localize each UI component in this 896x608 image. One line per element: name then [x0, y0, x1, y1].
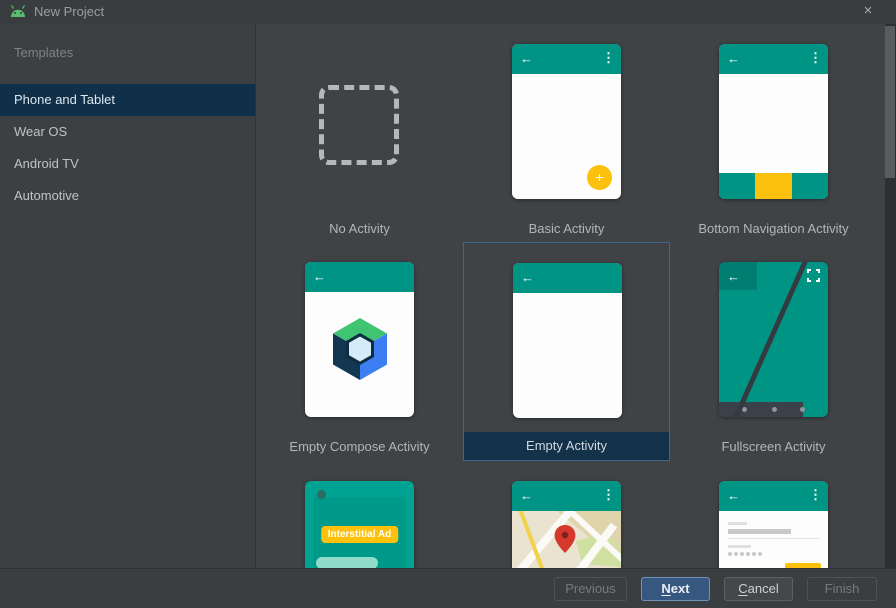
- android-logo-icon: [11, 5, 25, 17]
- sidebar-item-automotive[interactable]: Automotive: [0, 180, 255, 212]
- template-tile-basic-activity[interactable]: ← ⋮ + Basic Activity: [463, 24, 670, 243]
- preview-app-bar: ← ⋮: [512, 481, 621, 511]
- fullscreen-expand-icon: [807, 269, 820, 282]
- scrollbar-thumb[interactable]: [885, 26, 895, 178]
- finish-button[interactable]: Finish: [807, 577, 877, 601]
- preview-app-bar: ← ⋮: [719, 44, 828, 74]
- jetpack-compose-logo-icon: [333, 318, 387, 380]
- dialog-footer: Previous Next Cancel Finish: [0, 568, 896, 608]
- back-arrow-icon: ←: [727, 51, 740, 66]
- maps-activity-preview: ← ⋮: [512, 481, 621, 568]
- nav-dot-icon: [800, 407, 805, 412]
- login-activity-preview: ← ⋮: [719, 481, 828, 568]
- preview-app-bar: ← ⋮: [719, 481, 828, 511]
- sidebar-item-phone-and-tablet[interactable]: Phone and Tablet: [0, 84, 255, 116]
- template-label: No Activity: [329, 221, 390, 236]
- nav-bar: [719, 402, 803, 417]
- template-label: Empty Compose Activity: [289, 439, 430, 454]
- back-arrow-icon: ←: [313, 269, 326, 284]
- preview-app-bar: ←: [513, 263, 622, 293]
- back-box: ←: [719, 262, 757, 290]
- basic-activity-preview: ← ⋮ +: [512, 44, 621, 199]
- back-arrow-icon: ←: [520, 51, 533, 66]
- title-bar: New Project ×: [0, 0, 896, 24]
- preview-app-bar: ← ⋮: [512, 44, 621, 74]
- form-divider: [728, 538, 820, 539]
- template-label: Bottom Navigation Activity: [698, 221, 849, 236]
- template-label: Fullscreen Activity: [721, 439, 826, 454]
- new-project-dialog: New Project × Templates Phone and Tablet…: [0, 0, 896, 608]
- bottom-nav-bar: [719, 173, 828, 199]
- overflow-menu-icon: ⋮: [602, 50, 615, 65]
- no-activity-placeholder-icon: [319, 85, 399, 165]
- template-tile-maps-activity[interactable]: ← ⋮: [463, 461, 670, 568]
- template-label: Basic Activity: [528, 221, 605, 236]
- close-icon[interactable]: ×: [860, 3, 876, 19]
- password-dots-icon: [728, 552, 762, 556]
- map-preview: [512, 508, 621, 568]
- form-line: [728, 529, 791, 534]
- template-tile-no-activity[interactable]: No Activity: [256, 24, 463, 243]
- next-button[interactable]: Next: [641, 577, 710, 601]
- template-tile-admob-ads-activity[interactable]: Interstitial Ad: [256, 461, 463, 568]
- back-arrow-icon: ←: [727, 488, 740, 503]
- sidebar-item-wear-os[interactable]: Wear OS: [0, 116, 255, 148]
- status-dot-icon: [317, 490, 326, 499]
- interstitial-ad-badge: Interstitial Ad: [320, 526, 399, 543]
- overflow-menu-icon: ⋮: [809, 50, 822, 65]
- compose-activity-preview: ←: [305, 262, 414, 417]
- empty-activity-preview: ←: [513, 263, 622, 418]
- vertical-scrollbar: [885, 24, 896, 568]
- fullscreen-activity-preview: ←: [719, 262, 828, 417]
- overflow-menu-icon: ⋮: [602, 487, 615, 502]
- previous-button[interactable]: Previous: [554, 577, 627, 601]
- form-line: [728, 545, 751, 548]
- bottom-navigation-preview: ← ⋮: [719, 44, 828, 199]
- template-grid: No Activity ← ⋮ + Basic Activity ← ⋮ Bot…: [256, 24, 885, 568]
- back-arrow-icon: ←: [727, 269, 740, 284]
- template-tile-fullscreen-activity[interactable]: ← Fullscreen Activity: [670, 242, 877, 461]
- template-tile-bottom-navigation-activity[interactable]: ← ⋮ Bottom Navigation Activity: [670, 24, 877, 243]
- nav-dot-icon: [772, 407, 777, 412]
- template-tile-empty-activity[interactable]: ← Empty Activity: [463, 242, 670, 461]
- templates-sidebar: Templates Phone and Tablet Wear OS Andro…: [0, 24, 256, 568]
- ad-button-placeholder: [316, 557, 378, 568]
- template-tile-empty-compose-activity[interactable]: ← Empty Compose Activity: [256, 242, 463, 461]
- sidebar-item-android-tv[interactable]: Android TV: [0, 148, 255, 180]
- sidebar-header: Templates: [14, 45, 74, 60]
- preview-app-bar: ←: [305, 262, 414, 292]
- template-label-selected: Empty Activity: [464, 432, 669, 460]
- overflow-menu-icon: ⋮: [809, 487, 822, 502]
- fab-plus-icon: +: [587, 165, 612, 190]
- dialog-title: New Project: [34, 4, 105, 19]
- back-arrow-icon: ←: [520, 488, 533, 503]
- template-tile-login-activity[interactable]: ← ⋮: [670, 461, 877, 568]
- form-line: [728, 522, 747, 525]
- cancel-button[interactable]: Cancel: [724, 577, 793, 601]
- admob-activity-preview: Interstitial Ad: [305, 481, 414, 568]
- back-arrow-icon: ←: [521, 270, 534, 285]
